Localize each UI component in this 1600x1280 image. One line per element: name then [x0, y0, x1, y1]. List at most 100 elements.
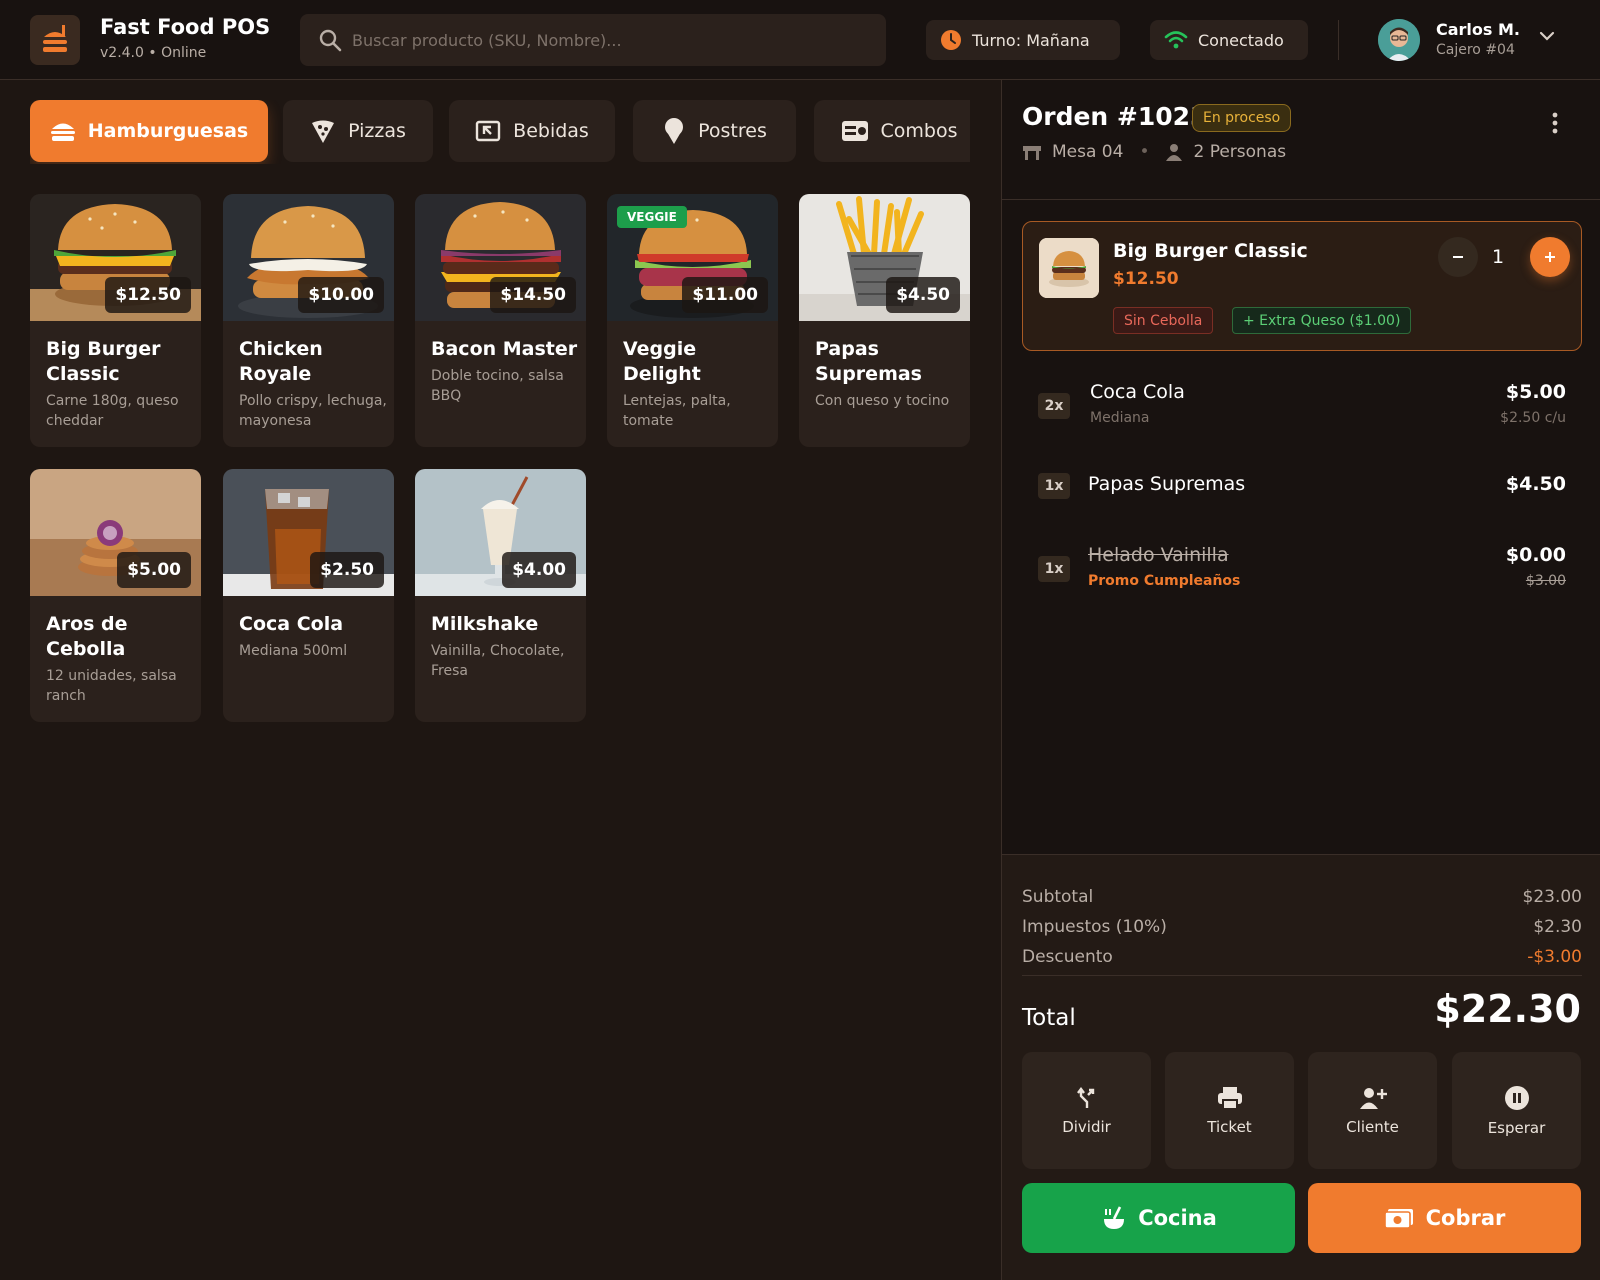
split-label: Dividir — [1062, 1117, 1111, 1136]
hold-button[interactable]: Esperar — [1452, 1052, 1581, 1169]
item-variant: Mediana — [1090, 410, 1150, 426]
item-price: $12.50 — [1113, 269, 1179, 289]
ticket-label: Ticket — [1207, 1117, 1252, 1136]
product-card-coca-cola[interactable]: $2.50 Coca Cola Mediana 500ml — [223, 469, 394, 722]
charge-button[interactable]: Cobrar — [1308, 1183, 1581, 1253]
quantity-value: 1 — [1491, 246, 1505, 268]
table-icon — [1023, 146, 1041, 160]
order-item[interactable]: 2x Coca Cola Mediana $5.00 $2.50 c/u — [1022, 369, 1582, 441]
shift-indicator[interactable]: Turno: Mañana — [926, 20, 1120, 60]
item-price: $0.00 — [1505, 544, 1566, 566]
product-card-bacon-master[interactable]: $14.50 Bacon Master Doble tocino, salsa … — [415, 194, 586, 447]
tab-hamburguesas[interactable]: Hamburguesas — [30, 100, 268, 162]
ticket-button[interactable]: Ticket — [1165, 1052, 1294, 1169]
product-description: Pollo crispy, lechuga, mayonesa — [239, 393, 387, 429]
tab-postres[interactable]: Postres — [633, 100, 796, 162]
drink-icon — [475, 120, 501, 142]
pizza-icon — [312, 120, 335, 143]
category-tabs: Hamburguesas Pizzas Bebidas Postres Comb… — [30, 100, 970, 164]
increase-quantity-button[interactable] — [1530, 237, 1570, 277]
user-role: Cajero #04 — [1436, 42, 1515, 58]
burger-icon — [50, 123, 75, 141]
pause-icon — [1504, 1085, 1529, 1110]
subtotal-value: $23.00 — [1522, 887, 1582, 907]
meta-separator: • — [1139, 142, 1150, 162]
send-to-kitchen-button[interactable]: Cocina — [1022, 1183, 1295, 1253]
product-search[interactable] — [300, 14, 886, 66]
search-icon — [319, 29, 342, 52]
product-card-veggie-delight[interactable]: VEGGIE $11.00 Veggie Delight Lentejas, p… — [607, 194, 778, 447]
chevron-down-icon[interactable] — [1538, 30, 1556, 42]
item-original-price: $3.00 — [1525, 573, 1566, 589]
product-description: Vainilla, Chocolate, Fresa — [431, 643, 565, 679]
top-bar: Fast Food POS v2.4.0 • Online Turno: Mañ… — [0, 0, 1600, 80]
hold-label: Esperar — [1487, 1118, 1546, 1137]
quantity-badge: 1x — [1038, 556, 1070, 582]
price-tag: $12.50 — [105, 277, 191, 313]
modifier-remove-tag[interactable]: Sin Cebolla — [1113, 307, 1214, 334]
divider — [1022, 975, 1582, 976]
product-card-milkshake[interactable]: $4.00 Milkshake Vainilla, Chocolate, Fre… — [415, 469, 586, 722]
product-description: Mediana 500ml — [239, 643, 348, 659]
subtotal-label: Subtotal — [1022, 887, 1094, 907]
price-tag: $11.00 — [682, 277, 768, 313]
split-button[interactable]: Dividir — [1022, 1052, 1151, 1169]
combo-icon — [841, 121, 868, 141]
price-tag: $2.50 — [310, 552, 384, 588]
product-card-chicken-royale[interactable]: $10.00 Chicken Royale Pollo crispy, lech… — [223, 194, 394, 447]
discount-value: -$3.00 — [1527, 947, 1582, 967]
tab-bebidas[interactable]: Bebidas — [449, 100, 615, 162]
plus-icon — [1545, 252, 1555, 262]
product-description: 12 unidades, salsa ranch — [46, 668, 177, 704]
order-title: Orden #1023 — [1022, 102, 1208, 131]
product-name: Papas Supremas — [815, 338, 922, 385]
customer-label: Cliente — [1346, 1117, 1399, 1136]
quantity-badge: 1x — [1038, 473, 1070, 499]
item-name: Papas Supremas — [1088, 473, 1246, 495]
product-card-big-burger-classic[interactable]: $12.50 Big Burger Classic Carne 180g, qu… — [30, 194, 201, 447]
divider — [1002, 199, 1600, 200]
order-guests: 2 Personas — [1193, 142, 1287, 162]
connection-status[interactable]: Conectado — [1150, 20, 1308, 60]
product-card-papas-supremas[interactable]: $4.50 Papas Supremas Con queso y tocino — [799, 194, 970, 447]
item-unit-price: $2.50 c/u — [1500, 410, 1566, 426]
product-description: Doble tocino, salsa BBQ — [431, 368, 564, 404]
connection-label: Conectado — [1198, 30, 1284, 50]
search-input[interactable] — [352, 14, 872, 66]
wifi-icon — [1164, 31, 1188, 49]
order-panel: Orden #1023 En proceso Mesa 04 • 2 Perso… — [1001, 80, 1600, 1280]
item-name: Big Burger Classic — [1113, 240, 1308, 262]
more-options-icon[interactable] — [1552, 112, 1558, 134]
modifier-add-tag[interactable]: + Extra Queso ($1.00) — [1232, 307, 1412, 334]
tab-label: Bebidas — [513, 120, 589, 142]
order-meta: Mesa 04 • 2 Personas — [1022, 142, 1286, 162]
order-item-selected[interactable]: Big Burger Classic $12.50 1 Sin Cebolla … — [1022, 221, 1582, 351]
user-avatar-icon — [1378, 19, 1420, 61]
quantity-badge: 2x — [1038, 393, 1070, 419]
tax-label: Impuestos (10%) — [1022, 917, 1167, 937]
order-item[interactable]: 1x Papas Supremas $4.50 — [1022, 461, 1582, 511]
tab-pizzas[interactable]: Pizzas — [283, 100, 433, 162]
product-card-aros-de-cebolla[interactable]: $5.00 Aros de Cebolla 12 unidades, salsa… — [30, 469, 201, 722]
shift-label: Turno: Mañana — [972, 30, 1090, 50]
tab-label: Combos — [880, 120, 958, 142]
tab-label: Postres — [698, 120, 767, 142]
order-table: Mesa 04 — [1052, 142, 1124, 162]
total-value: $22.30 — [1434, 987, 1581, 1031]
product-description: Lentejas, palta, tomate — [623, 393, 731, 429]
user-name: Carlos M. — [1436, 20, 1520, 39]
decrease-quantity-button[interactable] — [1438, 237, 1478, 277]
kitchen-icon — [1104, 1206, 1125, 1229]
total-label: Total — [1022, 1005, 1076, 1031]
item-name: Coca Cola — [1090, 381, 1185, 403]
split-icon — [1076, 1086, 1094, 1108]
clock-icon — [941, 30, 961, 50]
app-logo — [30, 15, 80, 65]
avatar[interactable] — [1378, 19, 1420, 61]
order-item-promo[interactable]: 1x Helado Vainilla Promo Cumpleaños $0.0… — [1022, 532, 1582, 604]
price-tag: $10.00 — [298, 277, 384, 313]
tab-combos[interactable]: Combos — [814, 100, 970, 162]
cash-icon — [1383, 1209, 1413, 1229]
tax-value: $2.30 — [1533, 917, 1582, 937]
customer-button[interactable]: Cliente — [1308, 1052, 1437, 1169]
